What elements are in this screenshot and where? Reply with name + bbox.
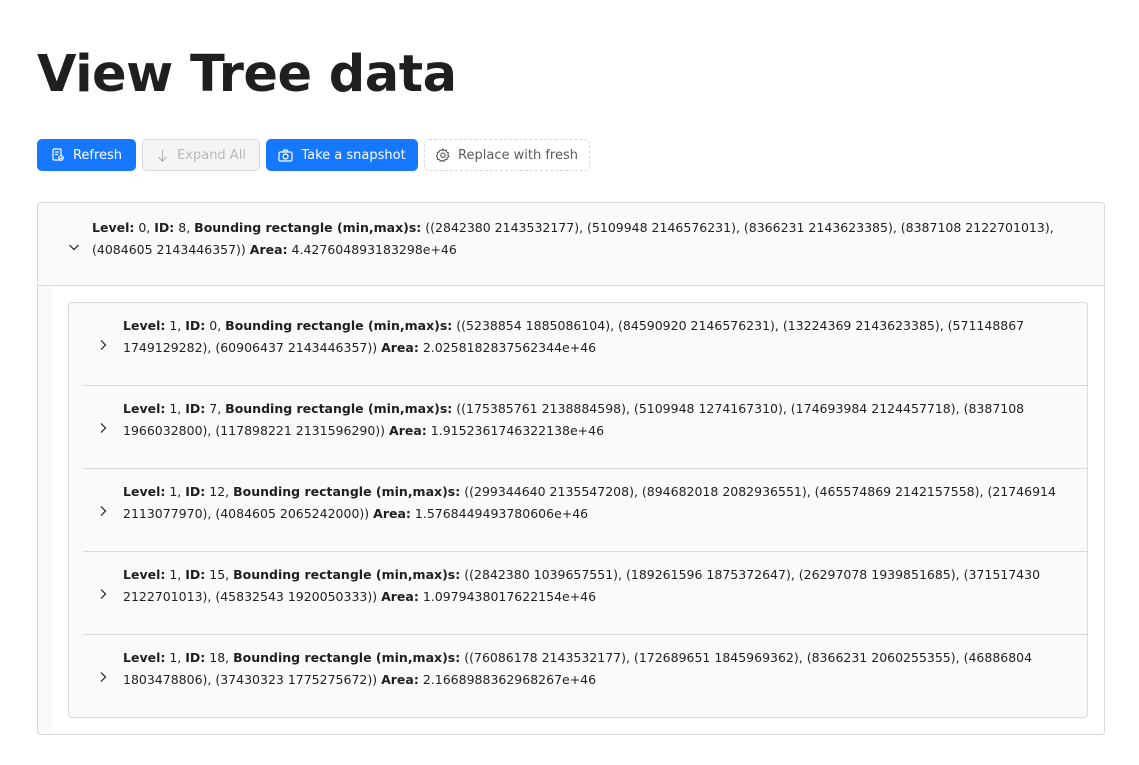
id-label: ID: xyxy=(185,567,206,582)
chevron-right-icon[interactable] xyxy=(97,671,109,683)
level-value: 1 xyxy=(169,650,178,665)
id-value: 7 xyxy=(209,401,218,416)
bounding-label: Bounding rectangle (min,max)s: xyxy=(225,401,453,416)
node-text: Level: 0, ID: 8, Bounding rectangle (min… xyxy=(92,220,1054,257)
take-snapshot-button[interactable]: Take a snapshot xyxy=(266,139,418,171)
level-label: Level: xyxy=(123,650,166,665)
level-label: Level: xyxy=(92,220,135,235)
refresh-label: Refresh xyxy=(72,147,123,163)
area-label: Area: xyxy=(389,423,427,438)
expand-all-label: Expand All xyxy=(177,147,246,163)
area-label: Area: xyxy=(249,242,288,257)
level-value: 1 xyxy=(169,484,178,499)
id-label: ID: xyxy=(185,318,206,333)
id-value: 12 xyxy=(209,484,226,499)
node-text: Level: 1, ID: 15, Bounding rectangle (mi… xyxy=(123,567,1041,604)
arrow-down-icon xyxy=(156,149,169,162)
toolbar: Refresh Expand All Take a snapshot Repla… xyxy=(37,139,590,171)
id-value: 8 xyxy=(178,220,187,235)
tree-node-root-children: Level: 1, ID: 0, Bounding rectangle (min… xyxy=(52,286,1104,734)
node-text: Level: 1, ID: 0, Bounding rectangle (min… xyxy=(123,318,1025,355)
tree-node-child[interactable]: Level: 1, ID: 15, Bounding rectangle (mi… xyxy=(83,552,1087,635)
level-value: 1 xyxy=(169,318,178,333)
id-label: ID: xyxy=(154,220,175,235)
node-text: Level: 1, ID: 12, Bounding rectangle (mi… xyxy=(123,484,1056,521)
replace-with-fresh-button[interactable]: Replace with fresh xyxy=(424,139,590,171)
area-value: 1.5768449493780606e+46 xyxy=(414,506,589,521)
area-label: Area: xyxy=(381,340,419,355)
tree-node-root[interactable]: Level: 0, ID: 8, Bounding rectangle (min… xyxy=(38,203,1104,286)
expand-all-button[interactable]: Expand All xyxy=(142,139,260,171)
chevron-down-icon[interactable] xyxy=(68,241,80,253)
chevron-right-icon[interactable] xyxy=(97,422,109,434)
tree-node-child[interactable]: Level: 1, ID: 0, Bounding rectangle (min… xyxy=(83,303,1087,386)
level-label: Level: xyxy=(123,401,166,416)
gear-icon xyxy=(436,148,450,162)
area-label: Area: xyxy=(381,589,419,604)
take-snapshot-label: Take a snapshot xyxy=(301,147,406,163)
area-value: 1.0979438017622154e+46 xyxy=(422,589,597,604)
area-label: Area: xyxy=(381,672,419,687)
level-value: 0 xyxy=(138,220,147,235)
tree-panel: Level: 0, ID: 8, Bounding rectangle (min… xyxy=(37,202,1105,735)
id-value: 15 xyxy=(209,567,226,582)
id-value: 0 xyxy=(209,318,218,333)
refresh-button[interactable]: Refresh xyxy=(37,139,136,171)
level-value: 1 xyxy=(169,401,178,416)
id-label: ID: xyxy=(185,650,206,665)
tree-node-child[interactable]: Level: 1, ID: 7, Bounding rectangle (min… xyxy=(83,386,1087,469)
bounding-label: Bounding rectangle (min,max)s: xyxy=(194,220,422,235)
bounding-label: Bounding rectangle (min,max)s: xyxy=(233,567,461,582)
chevron-right-icon[interactable] xyxy=(97,588,109,600)
chevron-right-icon[interactable] xyxy=(97,505,109,517)
bounding-label: Bounding rectangle (min,max)s: xyxy=(233,650,461,665)
camera-icon xyxy=(278,148,293,162)
id-label: ID: xyxy=(185,484,206,499)
tree-node-child[interactable]: Level: 1, ID: 18, Bounding rectangle (mi… xyxy=(83,635,1087,717)
node-text: Level: 1, ID: 18, Bounding rectangle (mi… xyxy=(123,650,1033,687)
level-label: Level: xyxy=(123,318,166,333)
replace-with-fresh-label: Replace with fresh xyxy=(458,147,578,163)
page-title: View Tree data xyxy=(37,45,457,104)
children-panel: Level: 1, ID: 0, Bounding rectangle (min… xyxy=(68,302,1088,718)
id-value: 18 xyxy=(209,650,226,665)
tree-node-child[interactable]: Level: 1, ID: 12, Bounding rectangle (mi… xyxy=(83,469,1087,552)
node-text: Level: 1, ID: 7, Bounding rectangle (min… xyxy=(123,401,1025,438)
area-label: Area: xyxy=(373,506,411,521)
level-label: Level: xyxy=(123,484,166,499)
id-label: ID: xyxy=(185,401,206,416)
level-label: Level: xyxy=(123,567,166,582)
refresh-icon xyxy=(51,148,65,162)
level-value: 1 xyxy=(169,567,178,582)
area-value: 1.9152361746322138e+46 xyxy=(430,423,605,438)
chevron-right-icon[interactable] xyxy=(97,339,109,351)
area-value: 4.427604893183298e+46 xyxy=(291,242,457,257)
area-value: 2.1668988362968267e+46 xyxy=(422,672,597,687)
bounding-label: Bounding rectangle (min,max)s: xyxy=(233,484,461,499)
bounding-label: Bounding rectangle (min,max)s: xyxy=(225,318,453,333)
area-value: 2.0258182837562344e+46 xyxy=(422,340,597,355)
